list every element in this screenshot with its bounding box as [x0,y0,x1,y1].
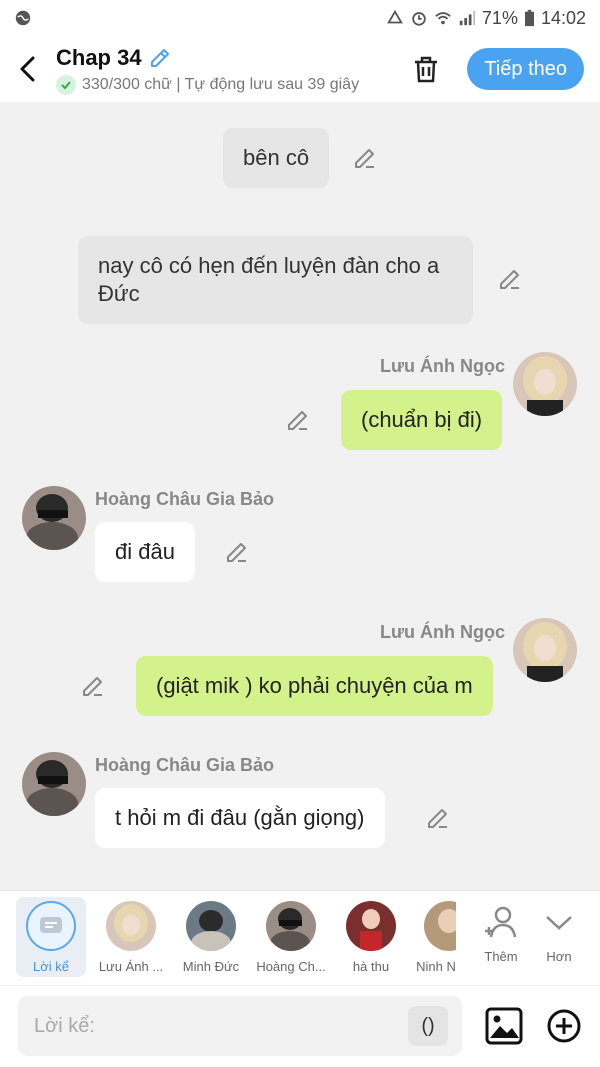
avatar[interactable] [22,486,86,550]
character-narrator[interactable]: Lời kể [16,897,86,977]
narration-icon [26,901,76,951]
check-icon [56,75,76,95]
add-user-icon [485,906,517,938]
character-luu-anh-ngoc[interactable]: Lưu Ánh ... [96,897,166,977]
chevron-down-icon [546,916,572,930]
message-bubble[interactable]: t hỏi m đi đâu (gằn giọng) [95,788,385,848]
plus-icon[interactable] [544,1006,584,1046]
edit-title-icon[interactable] [148,46,172,70]
message-bubble[interactable]: (chuẩn bị đi) [341,390,503,450]
character-label: Hoàng Ch... [256,959,326,974]
message-bubble[interactable]: đi đâu [95,522,195,582]
character-name: Lưu Ánh Ngọc [379,356,505,376]
edit-icon[interactable] [425,805,451,831]
character-hoang-chau-gia-bao[interactable]: Hoàng Ch... [256,897,326,977]
edit-icon[interactable] [352,145,378,171]
avatar [186,901,236,951]
autosave-status: 330/300 chữ | Tự động lưu sau 39 giây [82,76,360,93]
character-label: Lưu Ánh ... [98,959,164,974]
edit-icon[interactable] [80,673,106,699]
avatar [106,901,156,951]
delete-button[interactable] [399,36,453,102]
character-label: Ninh N [416,959,456,974]
clock: 14:02 [540,7,586,28]
chevron-left-icon [20,56,35,82]
back-button[interactable] [0,36,56,102]
more-label: Hơn [546,949,572,964]
image-icon[interactable] [484,1006,524,1046]
narration-bubble[interactable]: nay cô có hẹn đến luyện đàn cho a Đức [78,236,473,324]
avatar[interactable] [22,752,86,816]
character-label: Lời kể [33,959,69,974]
chat-area[interactable]: bên cô nay cô có hẹn đến luyện đàn cho a… [0,102,600,890]
trash-icon [415,56,438,83]
edit-icon[interactable] [224,539,250,565]
character-name: Lưu Ánh Ngọc [379,622,505,642]
character-label: Minh Đức [182,959,240,974]
narration-bubble[interactable]: bên cô [223,128,330,188]
message-input[interactable]: Lời kể: [18,996,462,1056]
battery-icon [524,9,534,27]
character-label: hà thu [352,959,390,974]
avatar[interactable] [513,618,577,682]
message-bubble[interactable]: (giật mik ) ko phải chuyện của m [136,656,493,716]
more-button[interactable]: Hơn [526,897,592,977]
avatar[interactable] [513,352,577,416]
wifi-icon [435,12,451,25]
character-minh-duc[interactable]: Minh Đức [176,897,246,977]
edit-icon[interactable] [497,266,523,292]
character-ha-thu[interactable]: hà thu [336,897,406,977]
input-bar: Lời kể: () [0,985,600,1067]
signal-icon [459,10,476,26]
character-ninh[interactable]: Ninh N [416,897,456,977]
alarm-icon [412,12,426,26]
editor-header: Chap 34 330/300 chữ | Tự động lưu sau 39… [0,36,600,102]
battery-percent: 71% [481,7,518,28]
character-name: Hoàng Châu Gia Bảo [95,755,275,775]
next-button[interactable]: Tiếp theo [467,48,584,90]
avatar [424,901,456,951]
recycle-icon [387,9,403,24]
character-name: Hoàng Châu Gia Bảo [95,489,275,509]
avatar [266,901,316,951]
parenthesis-button[interactable]: () [408,1006,448,1046]
status-bar: 71% 14:02 [0,0,600,36]
character-bar: Lời kể Lưu Ánh ... Minh Đức Hoàng Ch... … [0,890,600,985]
chapter-title: Chap 34 [56,45,142,70]
globe-icon [15,10,31,26]
avatar [346,901,396,951]
edit-icon[interactable] [285,407,311,433]
